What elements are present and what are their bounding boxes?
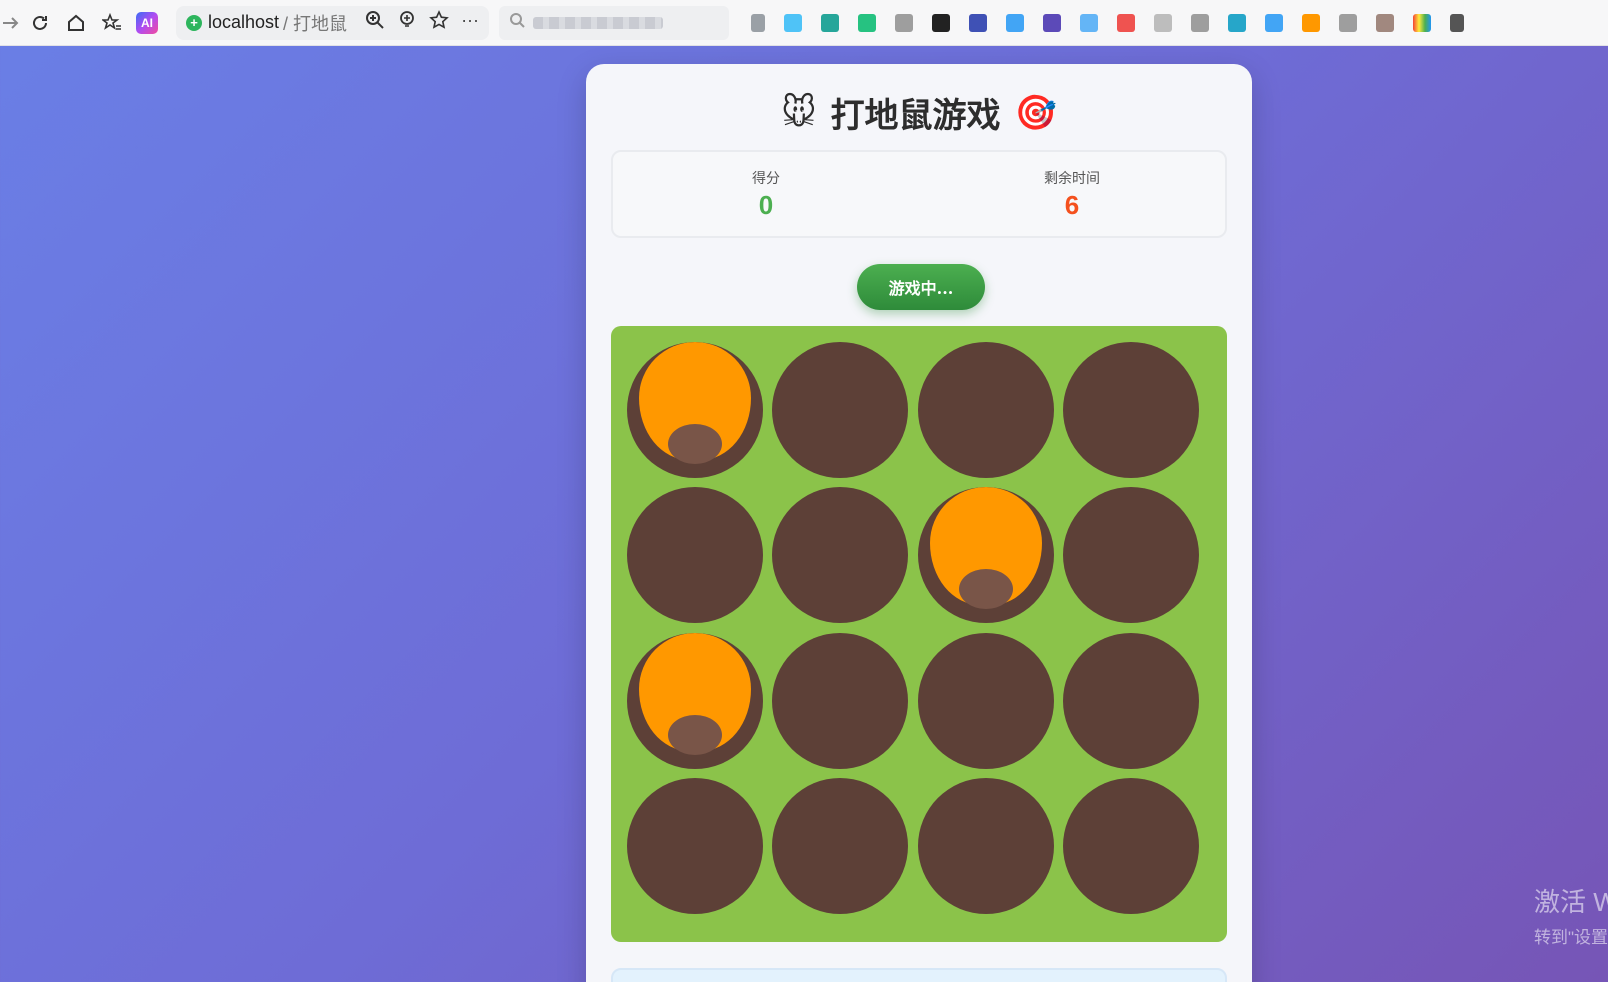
star-icon[interactable] (429, 10, 449, 35)
mole-nose (668, 714, 722, 755)
mole-hole[interactable] (917, 487, 1054, 624)
game-board (611, 326, 1227, 942)
url-path: / 打地鼠 (283, 13, 348, 34)
ai-icon[interactable]: AI (136, 11, 158, 34)
mole-hole[interactable] (772, 487, 909, 624)
score-label: 得分 (752, 169, 780, 186)
forward-icon[interactable] (0, 5, 22, 41)
extension-icon[interactable] (784, 13, 803, 32)
url-host: localhost (208, 12, 280, 32)
extension-icon[interactable] (858, 13, 877, 32)
mole-hole[interactable] (1062, 342, 1199, 478)
search-box[interactable] (499, 5, 730, 40)
extension-icon[interactable] (1006, 13, 1025, 32)
watermark-line1: 激活 W (1534, 887, 1608, 917)
mole-hole[interactable] (627, 777, 763, 914)
extension-icon[interactable] (895, 13, 914, 32)
mole-hole[interactable] (772, 632, 909, 769)
mole-hole[interactable] (627, 632, 763, 769)
title-text: 打地鼠游戏 (830, 97, 1001, 135)
time-value: 6 (1064, 189, 1080, 220)
address-bar[interactable]: + localhost / 打地鼠 ··· (176, 5, 490, 40)
game-status-button[interactable]: 游戏中... (857, 264, 985, 310)
mole-nose (958, 569, 1013, 610)
secure-icon: + (186, 14, 202, 31)
score-value: 0 (758, 189, 774, 220)
search-icon (509, 12, 525, 33)
extension-icon[interactable] (1265, 13, 1284, 32)
extension-icon[interactable] (1043, 13, 1062, 32)
mouse-icon: 🐭 (781, 92, 817, 133)
score-stat: 得分 0 (613, 152, 919, 236)
extension-icon[interactable] (1228, 13, 1247, 32)
extension-icon[interactable] (751, 13, 766, 32)
mole-hole[interactable] (1062, 487, 1199, 624)
stats-panel: 得分 0 剩余时间 6 (611, 150, 1227, 238)
extension-icon[interactable] (969, 13, 988, 32)
extension-icon[interactable] (821, 13, 840, 32)
puzzle-icon[interactable] (1450, 13, 1465, 32)
search-placeholder-blurred (533, 16, 664, 29)
watermark-line2: 转到"设置 (1534, 928, 1608, 947)
game-card: 🐭 打地鼠游戏 🎯 得分 0 剩余时间 6 游戏中... (586, 64, 1252, 982)
reload-icon[interactable] (22, 5, 58, 41)
extension-icon[interactable] (1413, 13, 1432, 32)
mole-nose (668, 424, 722, 464)
mole-hole[interactable] (772, 777, 909, 914)
extension-icon[interactable] (932, 13, 951, 32)
extension-icon[interactable] (1339, 13, 1358, 32)
mole-hole[interactable] (917, 632, 1054, 769)
mole-hole[interactable] (627, 487, 763, 624)
time-label: 剩余时间 (1044, 169, 1100, 186)
mole-hole[interactable] (917, 342, 1054, 478)
favorites-icon[interactable] (94, 5, 130, 41)
more-icon[interactable]: ··· (461, 10, 479, 35)
time-stat: 剩余时间 6 (919, 152, 1225, 236)
home-icon[interactable] (58, 5, 94, 41)
browser-toolbar: AI + localhost / 打地鼠 ··· (0, 0, 1608, 46)
extensions-bar (751, 13, 1465, 32)
mole-hole[interactable] (772, 342, 909, 478)
extension-icon[interactable] (1376, 13, 1395, 32)
tips-icon[interactable] (397, 10, 417, 35)
extension-icon[interactable] (1117, 13, 1136, 32)
mole-hole[interactable] (1062, 777, 1199, 914)
extension-icon[interactable] (1191, 13, 1210, 32)
mole-hole[interactable] (627, 342, 763, 478)
page-title: 🐭 打地鼠游戏 🎯 (586, 88, 1252, 137)
mole-hole[interactable] (917, 777, 1054, 914)
extension-icon[interactable] (1154, 13, 1173, 32)
mole-hole[interactable] (1062, 632, 1199, 769)
info-panel (611, 968, 1227, 982)
activation-watermark: 激活 W 转到"设置 (1534, 882, 1608, 948)
zoom-icon[interactable] (365, 10, 385, 35)
extension-icon[interactable] (1080, 13, 1099, 32)
extension-icon[interactable] (1302, 13, 1321, 32)
target-icon: 🎯 (1014, 92, 1057, 133)
